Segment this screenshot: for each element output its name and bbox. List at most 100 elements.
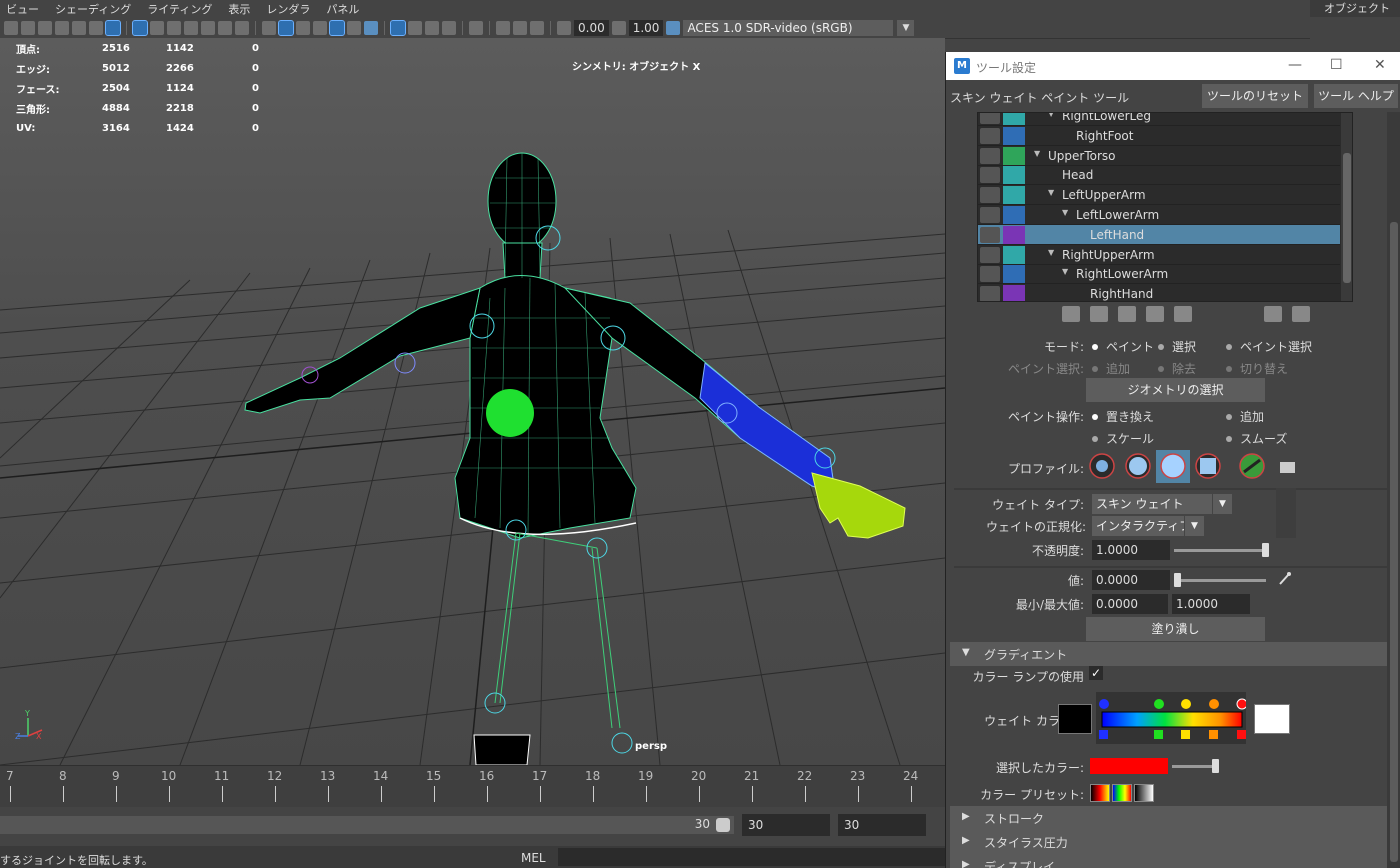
tool-help-button[interactable]: ツール ヘルプ (1314, 84, 1398, 108)
maximize-icon[interactable]: ☐ (1330, 57, 1343, 73)
time-slider[interactable]: 7 8 9 10 11 12 13 14 15 16 17 18 19 20 21 22 23 24 (0, 765, 945, 807)
depth-of-field-icon[interactable] (442, 20, 456, 35)
grid-icon[interactable] (132, 19, 148, 36)
expand-arrow-icon[interactable]: ▼ (1062, 267, 1068, 276)
paint-select-remove-radio[interactable]: 除去 (1158, 360, 1196, 377)
opacity-slider-track[interactable] (1174, 549, 1266, 552)
mode-paint-select-radio[interactable]: ペイント選択 (1226, 338, 1312, 355)
copy-weights-icon[interactable] (1062, 306, 1080, 322)
hierarchy-list-icon[interactable] (1292, 306, 1310, 322)
field-chart-icon[interactable] (201, 20, 215, 35)
gamma-field[interactable]: 1.00 (628, 19, 664, 36)
weight-color-white-swatch[interactable] (1254, 704, 1290, 734)
multisample-aa-icon[interactable] (425, 20, 439, 35)
preset-grayscale-icon[interactable] (1134, 784, 1154, 802)
influence-row[interactable]: RightHand (978, 284, 1340, 301)
influence-row[interactable]: LeftHand (978, 224, 1340, 245)
range-slider-handle[interactable] (716, 818, 730, 832)
influence-row[interactable]: RightFoot (978, 126, 1340, 146)
right-panel-tab[interactable]: オブジェクト (1310, 0, 1400, 17)
bookmark-icon[interactable] (38, 20, 52, 35)
scrollbar-thumb[interactable] (1390, 222, 1398, 862)
reset-tool-button[interactable]: ツールのリセット (1202, 84, 1308, 108)
eyedropper-icon[interactable] (1278, 570, 1292, 586)
lock-icon[interactable] (980, 226, 1000, 243)
range-slider-bar[interactable]: 30 (0, 816, 734, 834)
grease-pencil-icon[interactable] (89, 20, 103, 35)
lock-icon[interactable] (980, 207, 1000, 223)
xray-joints-icon[interactable] (530, 20, 544, 35)
safe-title-icon[interactable] (235, 20, 249, 35)
image-plane-icon[interactable] (55, 20, 69, 35)
preset-heat-icon[interactable] (1090, 784, 1110, 802)
menu-show[interactable]: 表示 (228, 1, 250, 17)
exposure-icon[interactable] (557, 20, 571, 35)
close-icon[interactable]: ✕ (1374, 57, 1386, 73)
gate-mask-icon[interactable] (184, 20, 198, 35)
stroke-section-header[interactable]: ▶ ストローク (950, 806, 1387, 830)
influence-list-scrollbar[interactable] (1341, 113, 1352, 301)
influence-color-swatch[interactable] (1003, 206, 1025, 224)
display-section-header[interactable]: ▶ ディスプレイ (950, 854, 1387, 868)
safe-action-icon[interactable] (218, 20, 232, 35)
expand-arrow-icon[interactable]: ▼ (1062, 208, 1068, 217)
influence-color-swatch[interactable] (1003, 126, 1025, 145)
influence-row[interactable]: Head (978, 165, 1340, 186)
flood-button[interactable]: 塗り潰し (1086, 617, 1265, 641)
expand-arrow-icon[interactable]: ▼ (1048, 113, 1054, 118)
lock-icon[interactable] (980, 266, 1000, 283)
influence-row[interactable]: ▼ RightLowerArm (978, 264, 1340, 285)
influence-row[interactable]: ▼ RightLowerLeg (978, 113, 1340, 126)
stylus-pressure-section-header[interactable]: ▶ スタイラス圧力 (950, 830, 1387, 854)
menu-panels[interactable]: パネル (326, 1, 359, 17)
lock-icon[interactable] (980, 167, 1000, 184)
selected-color-slider-handle[interactable] (1212, 759, 1219, 773)
selected-color-swatch[interactable] (1090, 758, 1168, 774)
wireframe-icon[interactable] (262, 20, 276, 35)
color-management-icon[interactable] (666, 20, 681, 35)
mel-command-input[interactable] (558, 848, 945, 866)
flat-list-icon[interactable] (1264, 306, 1282, 322)
film-gate-icon[interactable] (150, 20, 164, 35)
value-slider-handle[interactable] (1174, 573, 1181, 587)
value-slider-track[interactable] (1174, 579, 1266, 582)
chevron-down-icon[interactable]: ▼ (896, 19, 915, 36)
color-space-dropdown[interactable]: ACES 1.0 SDR-video (sRGB) (683, 19, 894, 36)
influence-list[interactable]: ▼ RightLowerLeg RightFoot ▼ UpperTorso Head ▼ L… (977, 112, 1353, 302)
paint-select-add-radio[interactable]: 追加 (1092, 360, 1130, 377)
menu-shading[interactable]: シェーディング (55, 1, 131, 17)
expand-arrow-icon[interactable]: ▼ (1048, 188, 1054, 197)
influence-row[interactable]: ▼ RightUpperArm (978, 245, 1340, 265)
shadows-icon[interactable] (364, 20, 378, 35)
op-smooth-radio[interactable]: スムーズ (1226, 430, 1287, 447)
2d-pan-icon[interactable] (72, 20, 86, 35)
paint-select-toggle-radio[interactable]: 切り替え (1226, 360, 1288, 377)
selected-color-slider-track[interactable] (1172, 765, 1214, 768)
influence-row[interactable]: ▼ LeftLowerArm (978, 205, 1340, 225)
paint-icon[interactable] (105, 19, 121, 36)
max-value-field[interactable]: 1.0000 (1172, 594, 1250, 614)
textured-icon[interactable] (329, 19, 345, 36)
influence-color-swatch[interactable] (1003, 245, 1025, 264)
xray-active-icon[interactable] (513, 20, 527, 35)
preset-rainbow-icon[interactable] (1112, 784, 1132, 802)
menu-renderer[interactable]: レンダラ (266, 1, 310, 17)
influence-color-swatch[interactable] (1003, 225, 1025, 244)
influence-row[interactable]: ▼ UpperTorso (978, 146, 1340, 166)
exposure-field[interactable]: 0.00 (574, 19, 609, 36)
opacity-field[interactable]: 1.0000 (1092, 540, 1170, 560)
menu-lighting[interactable]: ライティング (147, 1, 212, 17)
influence-color-swatch[interactable] (1003, 265, 1025, 284)
resolution-gate-icon[interactable] (167, 20, 181, 35)
influence-color-swatch[interactable] (1003, 186, 1025, 205)
influence-color-swatch[interactable] (1003, 113, 1025, 125)
wireframe-on-shaded-icon[interactable] (313, 20, 327, 35)
expand-arrow-icon[interactable]: ▼ (1048, 248, 1054, 257)
op-scale-radio[interactable]: スケール (1092, 430, 1154, 447)
command-language-label[interactable]: MEL (521, 851, 546, 865)
select-geometry-button[interactable]: ジオメトリの選択 (1086, 378, 1265, 402)
playback-end-field[interactable]: 30 (838, 814, 926, 836)
expand-arrow-icon[interactable]: ▼ (1034, 149, 1040, 158)
weight-type-dropdown[interactable]: スキン ウェイト ▼ (1092, 494, 1232, 514)
3d-viewport[interactable]: Y Z X 頂点: 2516 1142 0 エッジ: 5012 2266 0 フェース: 25… (0, 38, 945, 765)
